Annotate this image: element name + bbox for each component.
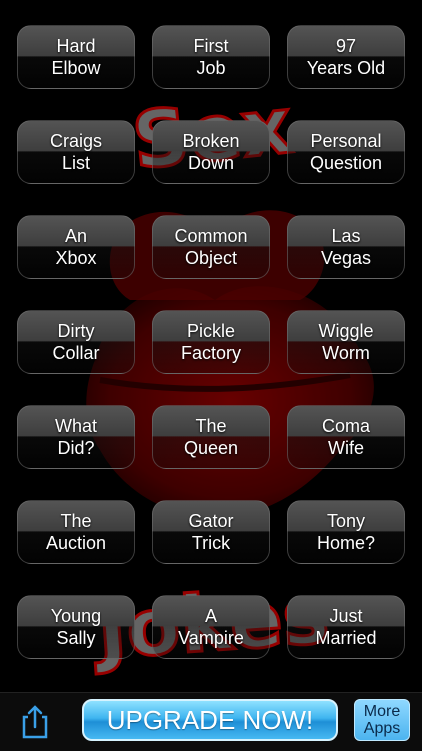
joke-button-line2: Did? [57,438,95,458]
joke-button-grid: Hard Elbow First Job 97 Years Old Craigs List Br… [0,0,422,692]
joke-button[interactable]: Broken Down [152,120,270,184]
joke-button-line2: Wife [328,438,364,458]
joke-button[interactable]: An Xbox [17,215,135,279]
joke-button-line1: Young [50,606,102,626]
more-apps-button[interactable]: More Apps [354,699,410,741]
joke-button-line2: Sally [56,628,96,648]
joke-button-line2: Queen [183,438,239,458]
joke-button-line1: Common [174,226,248,246]
bottom-toolbar: UPGRADE NOW! More Apps [0,692,422,751]
joke-button[interactable]: Young Sally [17,595,135,659]
joke-button[interactable]: Hard Elbow [17,25,135,89]
joke-button-line2: Worm [322,343,370,363]
joke-button[interactable]: First Job [152,25,270,89]
upgrade-now-button[interactable]: UPGRADE NOW! [82,699,338,741]
joke-button-line1: 97 [335,36,357,56]
joke-button[interactable]: Coma Wife [287,405,405,469]
joke-button[interactable]: A Vampire [152,595,270,659]
joke-button[interactable]: Las Vegas [287,215,405,279]
joke-button[interactable]: Dirty Collar [17,310,135,374]
joke-button[interactable]: The Auction [17,500,135,564]
joke-button-line2: Question [309,153,383,173]
joke-button[interactable]: Pickle Factory [152,310,270,374]
joke-button[interactable]: Gator Trick [152,500,270,564]
joke-button-line2: Down [187,153,235,173]
joke-button[interactable]: Just Married [287,595,405,659]
joke-button-line2: List [61,153,90,173]
joke-button-line1: Dirty [57,321,95,341]
joke-button[interactable]: Wiggle Worm [287,310,405,374]
joke-button[interactable]: 97 Years Old [287,25,405,89]
joke-button-line2: Job [196,58,226,78]
joke-button-line1: A [204,606,217,626]
joke-button-line2: Object [184,248,238,268]
joke-button[interactable]: What Did? [17,405,135,469]
joke-button-line2: Vegas [320,248,372,268]
joke-button[interactable]: The Queen [152,405,270,469]
joke-button-line1: First [193,36,229,56]
joke-button-line2: Elbow [51,58,101,78]
joke-button-line2: Home? [316,533,376,553]
joke-button-line1: Hard [56,36,96,56]
joke-button-line1: The [60,511,92,531]
joke-button-line1: Pickle [186,321,235,341]
joke-button-line1: Las [331,226,361,246]
joke-button-line2: Xbox [55,248,97,268]
joke-button-line1: Coma [321,416,370,436]
joke-button-line1: Just [329,606,363,626]
joke-button[interactable]: Craigs List [17,120,135,184]
more-apps-line1: More [363,703,401,720]
joke-button[interactable]: Common Object [152,215,270,279]
joke-button-line2: Years Old [306,58,386,78]
joke-button[interactable]: Tony Home? [287,500,405,564]
joke-button-line1: Tony [326,511,366,531]
joke-button-line1: What [54,416,97,436]
joke-button-line1: Craigs [49,131,102,151]
share-icon[interactable] [18,703,52,741]
joke-button-line1: Wiggle [318,321,374,341]
joke-button-line1: Broken [182,131,240,151]
joke-button-line2: Vampire [178,628,244,648]
joke-button-line1: An [64,226,88,246]
joke-button-line1: Personal [310,131,382,151]
joke-button-line2: Factory [180,343,241,363]
joke-button-line1: The [195,416,227,436]
joke-button-line2: Auction [45,533,107,553]
more-apps-line2: Apps [363,720,401,737]
joke-button[interactable]: Personal Question [287,120,405,184]
joke-button-line2: Collar [52,343,100,363]
joke-button-line1: Gator [188,511,234,531]
joke-button-line2: Married [315,628,377,648]
joke-button-line2: Trick [191,533,231,553]
